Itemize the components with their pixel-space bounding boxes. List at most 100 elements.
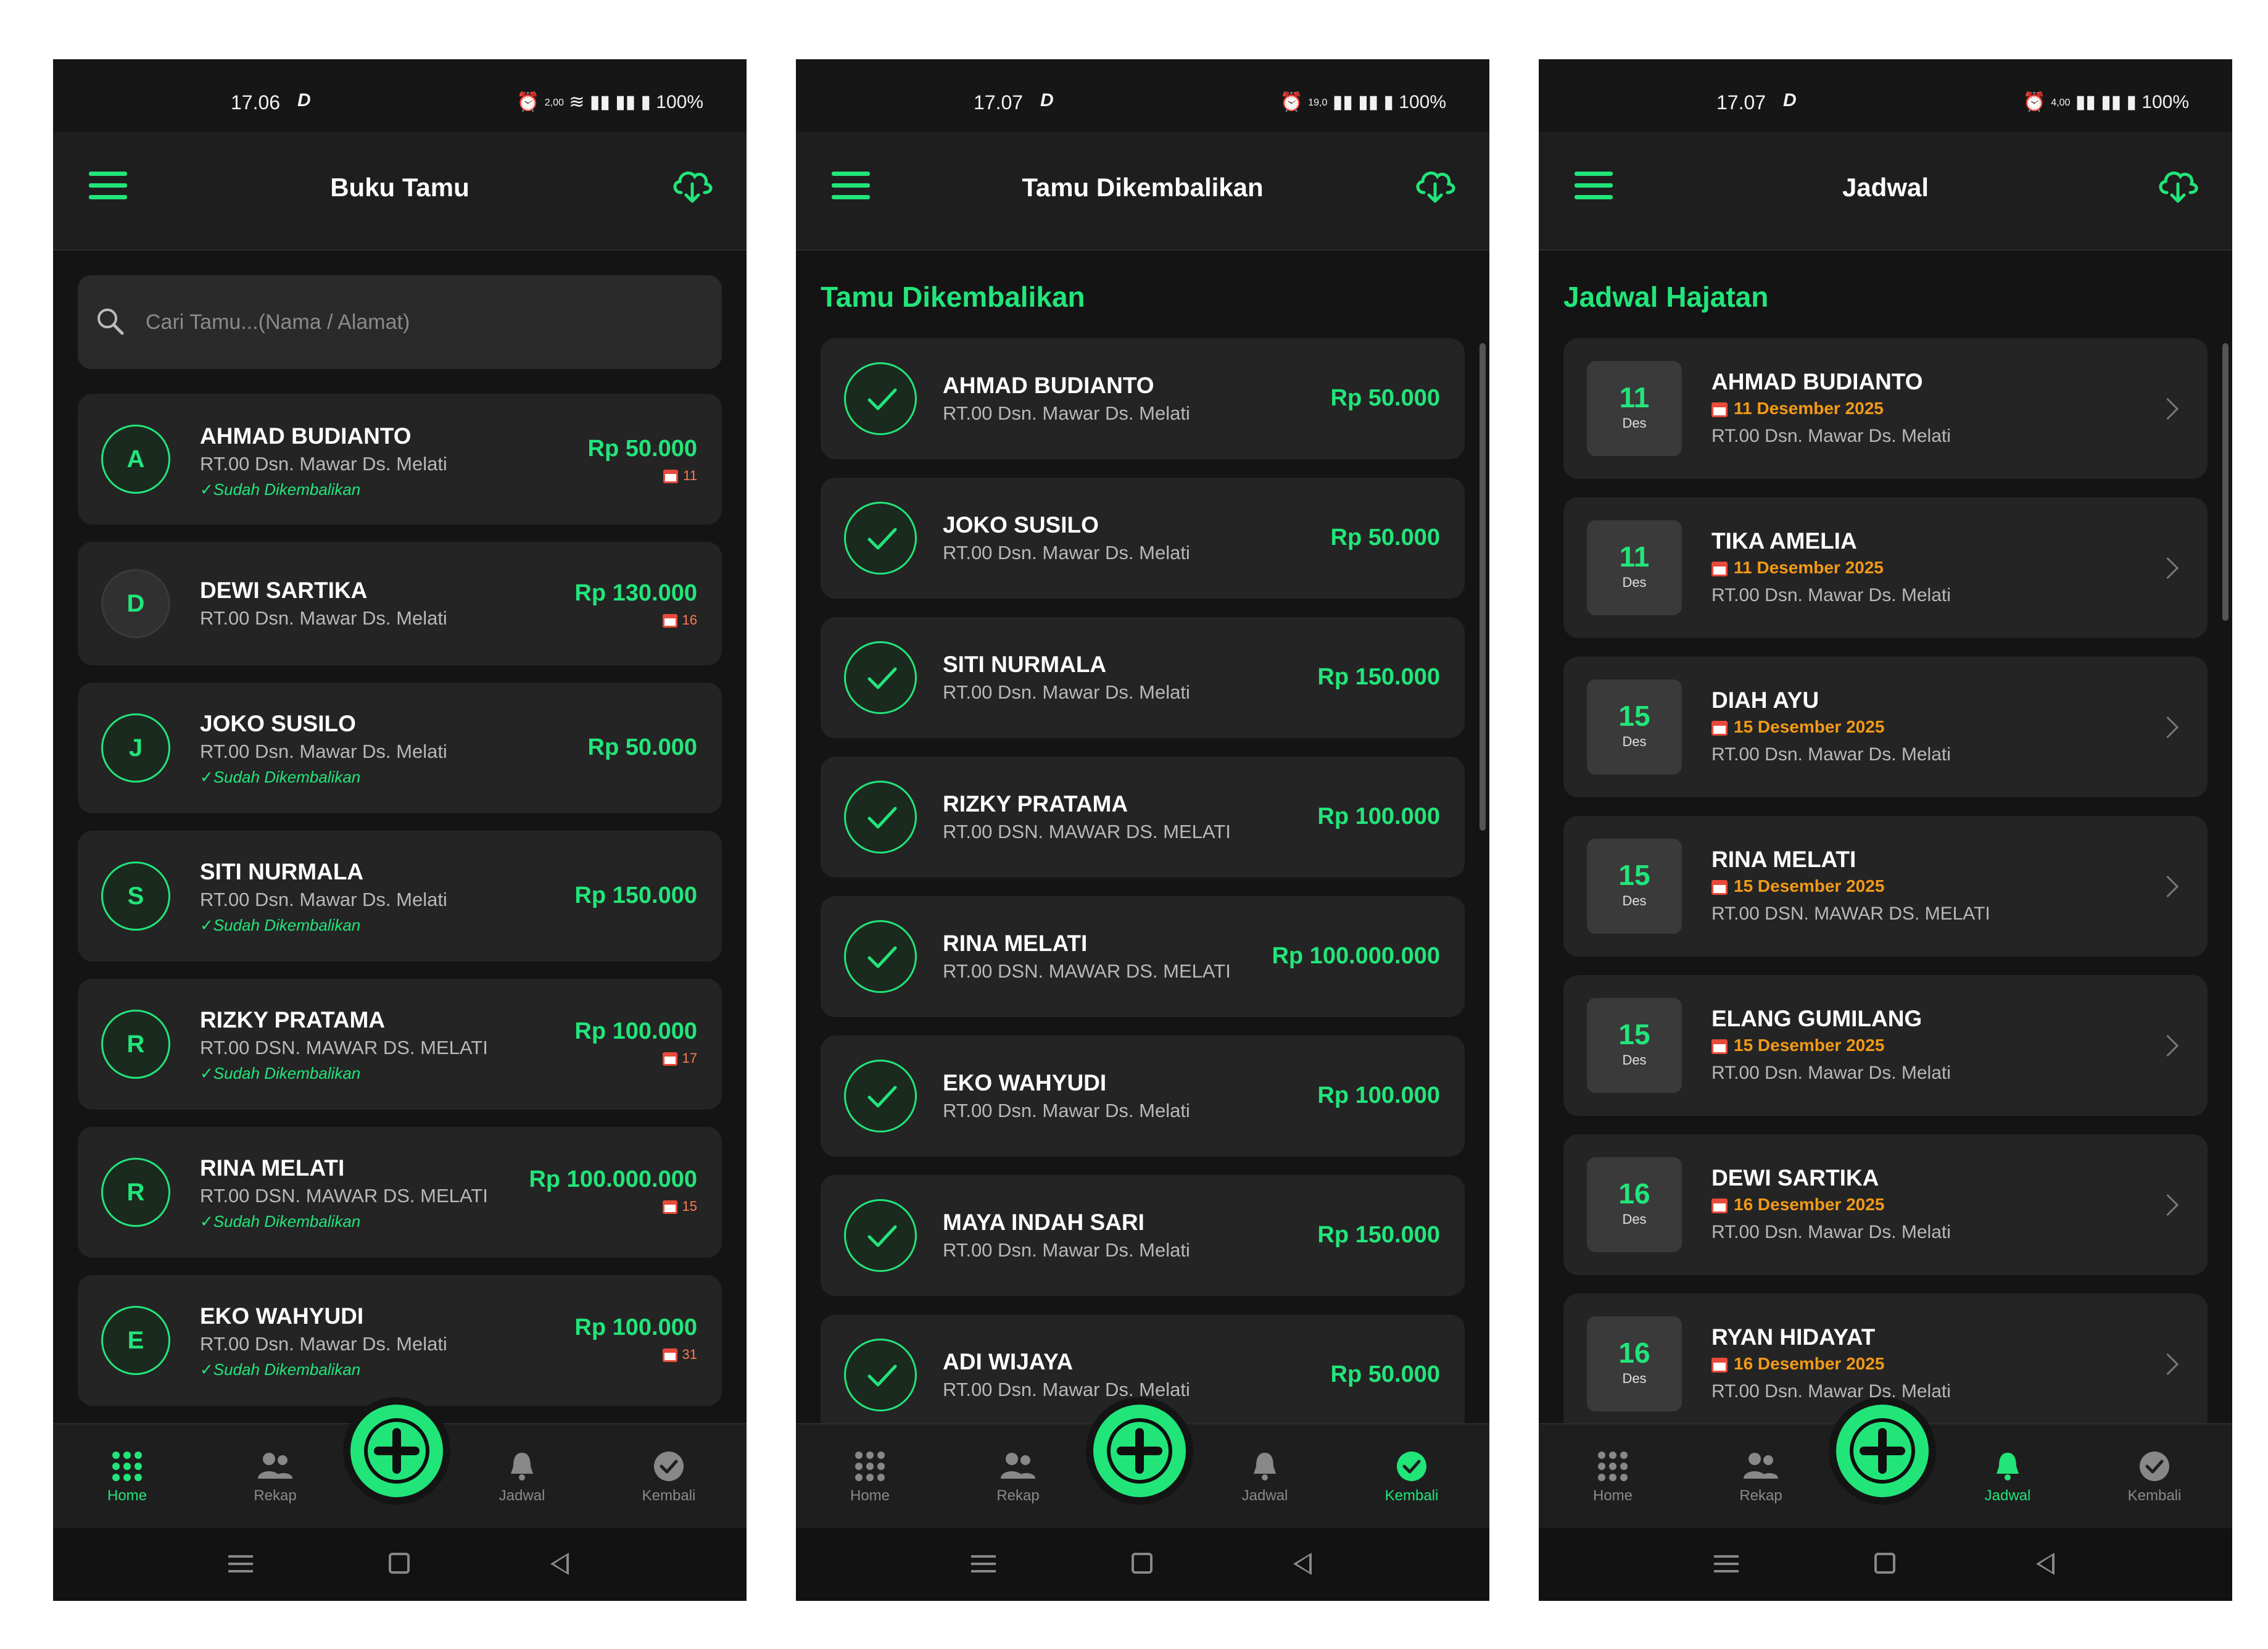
cloud-download-icon[interactable] [2156, 165, 2200, 205]
status-icons: ⏰ 19,0 ▮▮ ▮▮ ▮ 100% [1280, 92, 1446, 112]
nav-home[interactable]: Home [814, 1449, 925, 1505]
nav-rekap[interactable]: Rekap [1705, 1449, 1816, 1505]
chevron-right-icon [2156, 397, 2179, 420]
returned-card[interactable]: MAYA INDAH SARI RT.00 Dsn. Mawar Ds. Mel… [821, 1175, 1465, 1296]
search-bar[interactable] [78, 275, 722, 369]
event-day: 15 [1618, 1018, 1650, 1050]
search-input[interactable] [144, 300, 690, 344]
home-icon[interactable] [1874, 1553, 1895, 1574]
battery-level: 100% [656, 92, 703, 112]
guest-card[interactable]: S SITI NURMALA RT.00 Dsn. Mawar Ds. Mela… [78, 831, 722, 962]
event-date: 16 Desember 2025 [1711, 1195, 1884, 1215]
recent-apps-icon[interactable] [228, 1555, 253, 1575]
event-day: 16 [1618, 1337, 1650, 1369]
chevron-right-icon [2156, 557, 2179, 579]
event-day: 16 [1618, 1178, 1650, 1210]
schedule-card[interactable]: 15 Des RINA MELATI 15 Desember 2025 RT.00… [1563, 816, 2208, 957]
guest-name: ADI WIJAYA [943, 1349, 1074, 1374]
back-icon[interactable] [550, 1553, 569, 1575]
guest-amount: Rp 100.000 [1317, 1082, 1440, 1108]
recent-apps-icon[interactable] [1714, 1555, 1739, 1575]
schedule-card[interactable]: 11 Des TIKA AMELIA 11 Desember 2025 RT.00… [1563, 497, 2208, 638]
schedule-card[interactable]: 16 Des RYAN HIDAYAT 16 Desember 2025 RT.0… [1563, 1294, 2208, 1423]
guest-card[interactable]: J JOKO SUSILO RT.00 Dsn. Mawar Ds. Melat… [78, 683, 722, 813]
guest-name: JOKO SUSILO [200, 711, 356, 736]
nav-home[interactable]: Home [72, 1449, 183, 1505]
grid-icon [1598, 1452, 1628, 1481]
schedule-card[interactable]: 15 Des ELANG GUMILANG 15 Desember 2025 RT… [1563, 975, 2208, 1116]
guest-card[interactable]: D DEWI SARTIKA RT.00 Dsn. Mawar Ds. Mela… [78, 542, 722, 665]
guest-card[interactable]: E EKO WAHYUDI RT.00 Dsn. Mawar Ds. Melat… [78, 1275, 722, 1406]
chevron-right-icon [2156, 1194, 2179, 1216]
add-guest-button[interactable] [1093, 1405, 1186, 1497]
back-icon[interactable] [2036, 1553, 2055, 1575]
event-date-badge: 15 [662, 1198, 697, 1215]
nav-home-label: Home [1592, 1487, 1633, 1504]
guest-address: RT.00 Dsn. Mawar Ds. Melati [200, 453, 447, 475]
bell-icon [511, 1453, 533, 1481]
date-box: 15 Des [1587, 998, 1682, 1093]
scrollbar[interactable] [1480, 343, 1486, 831]
event-date: 11 Desember 2025 [1711, 399, 1884, 418]
screen-jadwal: 17.07 D ⏰ 4,00 ▮▮ ▮▮ ▮ 100% Jadwal Jadwa… [1539, 59, 2232, 1601]
add-guest-button[interactable] [350, 1405, 443, 1497]
nav-kembali[interactable]: Kembali [2099, 1449, 2210, 1505]
guest-amount: Rp 100.000 [1317, 804, 1440, 829]
date-box: 15 Des [1587, 679, 1682, 775]
returned-card[interactable]: EKO WAHYUDI RT.00 Dsn. Mawar Ds. Melati … [821, 1036, 1465, 1157]
schedule-card[interactable]: 11 Des AHMAD BUDIANTO 11 Desember 2025 RT… [1563, 338, 2208, 479]
returned-card[interactable]: SITI NURMALA RT.00 Dsn. Mawar Ds. Melati… [821, 617, 1465, 738]
nav-rekap-label: Rekap [254, 1487, 297, 1504]
cloud-download-icon[interactable] [670, 165, 714, 205]
recent-apps-icon[interactable] [971, 1555, 996, 1575]
scrollbar[interactable] [2222, 343, 2229, 621]
system-navigation-bar [796, 1528, 1489, 1601]
status-bar: 17.06 D ⏰ 2,00 ≋ ▮▮ ▮▮ ▮ 100% [53, 59, 747, 132]
returned-card[interactable]: AHMAD BUDIANTO RT.00 Dsn. Mawar Ds. Mela… [821, 338, 1465, 459]
chevron-right-icon [2156, 875, 2179, 898]
status-bar: 17.07 D ⏰ 4,00 ▮▮ ▮▮ ▮ 100% [1539, 59, 2232, 132]
returned-card[interactable]: JOKO SUSILO RT.00 Dsn. Mawar Ds. Melati … [821, 478, 1465, 599]
status-time: 17.07 [1716, 91, 1766, 114]
schedule-card[interactable]: 16 Des DEWI SARTIKA 16 Desember 2025 RT.0… [1563, 1134, 2208, 1275]
schedule-card[interactable]: 15 Des DIAH AYU 15 Desember 2025 RT.00 Ds… [1563, 657, 2208, 797]
avatar: A [101, 425, 170, 494]
nav-jadwal[interactable]: Jadwal [466, 1449, 577, 1505]
back-icon[interactable] [1293, 1553, 1312, 1575]
guest-address: RT.00 Dsn. Mawar Ds. Melati [1711, 1222, 1951, 1242]
guest-amount: Rp 50.000 [1330, 385, 1440, 411]
date-box: 16 Des [1587, 1316, 1682, 1411]
home-icon[interactable] [1132, 1553, 1153, 1574]
nav-jadwal[interactable]: Jadwal [1209, 1449, 1320, 1505]
guest-card[interactable]: A AHMAD BUDIANTO RT.00 Dsn. Mawar Ds. Me… [78, 394, 722, 525]
home-icon[interactable] [389, 1553, 410, 1574]
returned-status: ✓Sudah Dikembalikan [200, 1212, 361, 1231]
nav-kembali[interactable]: Kembali [1356, 1449, 1467, 1505]
guest-amount: Rp 50.000 [1330, 525, 1440, 550]
check-icon [844, 1199, 917, 1272]
nav-kembali[interactable]: Kembali [613, 1449, 724, 1505]
check-circle-icon [654, 1452, 684, 1481]
nav-rekap[interactable]: Rekap [220, 1449, 331, 1505]
calendar-icon [1711, 1357, 1728, 1373]
guest-address: RT.00 DSN. MAWAR DS. MELATI [200, 1185, 488, 1207]
calendar-icon [663, 470, 679, 484]
nav-rekap[interactable]: Rekap [962, 1449, 1074, 1505]
guest-address: RT.00 Dsn. Mawar Ds. Melati [1711, 1063, 1951, 1083]
battery-level: 100% [2142, 92, 2189, 112]
cloud-download-icon[interactable] [1413, 165, 1457, 205]
nav-home[interactable]: Home [1557, 1449, 1668, 1505]
guest-card[interactable]: R RIZKY PRATAMA RT.00 DSN. MAWAR DS. MEL… [78, 979, 722, 1110]
nav-jadwal[interactable]: Jadwal [1952, 1449, 2063, 1505]
date-box: 16 Des [1587, 1157, 1682, 1252]
guest-amount: Rp 150.000 [574, 883, 697, 908]
guest-address: RT.00 Dsn. Mawar Ds. Melati [943, 681, 1190, 703]
event-month: Des [1622, 1211, 1647, 1227]
add-guest-button[interactable] [1836, 1405, 1929, 1497]
guest-address: RT.00 Dsn. Mawar Ds. Melati [943, 402, 1190, 424]
returned-card[interactable]: RIZKY PRATAMA RT.00 DSN. MAWAR DS. MELAT… [821, 757, 1465, 878]
guest-card[interactable]: R RINA MELATI RT.00 DSN. MAWAR DS. MELAT… [78, 1127, 722, 1258]
returned-card[interactable]: RINA MELATI RT.00 DSN. MAWAR DS. MELATI … [821, 896, 1465, 1017]
guest-amount: Rp 100.000.000 [529, 1166, 697, 1192]
avatar: J [101, 713, 170, 783]
